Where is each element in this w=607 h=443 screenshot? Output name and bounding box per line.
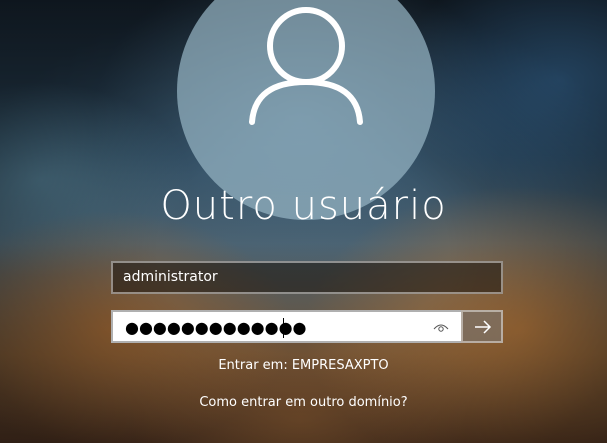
password-row: ●●●●●●●●●●●●●	[111, 310, 503, 343]
submit-button[interactable]	[461, 310, 503, 343]
text-caret	[283, 318, 284, 338]
sign-in-domain-text: Entrar em: EMPRESAXPTO	[218, 358, 389, 373]
user-display-name: Outro usuário	[160, 183, 447, 229]
username-input[interactable]: administrator	[111, 261, 503, 294]
other-domain-link[interactable]: Como entrar em outro domínio?	[0, 395, 607, 410]
password-input[interactable]: ●●●●●●●●●●●●●	[111, 310, 461, 343]
password-masked-text: ●●●●●●●●●●●●●	[125, 318, 307, 337]
arrow-right-icon	[475, 320, 492, 334]
eye-icon[interactable]	[433, 322, 449, 334]
